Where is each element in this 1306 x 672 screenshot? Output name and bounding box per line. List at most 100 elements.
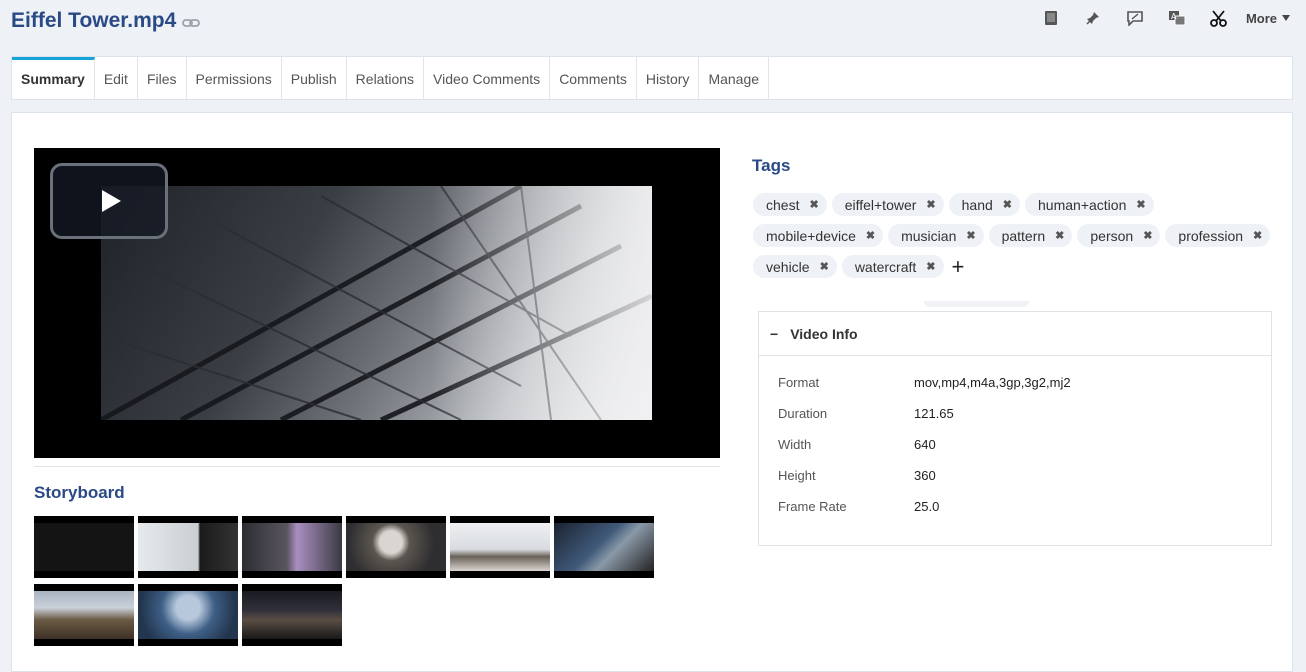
video-info-panel: − Video Info Format mov,mp4,m4a,3gp,3g2,… (758, 311, 1272, 546)
video-frame (101, 186, 652, 420)
storyboard-thumb[interactable] (34, 516, 134, 578)
remove-tag-icon[interactable]: ✖ (1003, 198, 1012, 211)
storyboard-thumbnails (34, 516, 674, 646)
more-label: More (1245, 10, 1277, 26)
tag-chip: vehicle ✖ (753, 255, 837, 278)
tag-label: mobile+device (766, 227, 856, 244)
caret-down-icon (1282, 15, 1290, 21)
tag-chip: mobile+device ✖ (753, 224, 884, 247)
tab-publish[interactable]: Publish (282, 57, 347, 99)
info-value: 121.65 (914, 406, 954, 421)
tag-chip: profession ✖ (1165, 224, 1271, 247)
tag-chip: eiffel+tower ✖ (831, 193, 944, 216)
video-info-title: Video Info (790, 325, 858, 342)
remove-tag-icon[interactable]: ✖ (926, 198, 935, 211)
svg-text:A: A (1171, 12, 1177, 21)
tag-label: chest (766, 196, 800, 213)
play-icon (102, 190, 121, 212)
scissors-icon (1210, 9, 1228, 27)
info-row: Frame Rate 25.0 (759, 499, 1271, 530)
page-title: Eiffel Tower.mp4 (11, 9, 177, 32)
info-value: 360 (914, 468, 936, 483)
tag-label: pattern (1001, 227, 1046, 244)
info-value: 25.0 (914, 499, 940, 514)
storyboard-thumb[interactable] (34, 584, 134, 646)
collapse-icon: − (770, 325, 779, 342)
eiffel-frame-image (101, 186, 652, 420)
tag-chip: musician ✖ (888, 224, 984, 247)
tab-files[interactable]: Files (138, 57, 187, 99)
remove-tag-icon[interactable]: ✖ (1136, 198, 1145, 211)
info-key: Format (778, 375, 820, 390)
tag-label: musician (901, 227, 957, 244)
link-icon[interactable] (182, 17, 201, 29)
info-key: Height (778, 468, 816, 483)
video-player[interactable] (34, 148, 720, 458)
decorative-bar (924, 301, 1029, 307)
document-title: Eiffel Tower.mp4 (11, 9, 201, 33)
tag-label: profession (1178, 227, 1244, 244)
storyboard-title: Storyboard (34, 483, 125, 502)
info-key: Duration (778, 406, 828, 421)
comment-button[interactable] (1114, 8, 1156, 28)
pin-button[interactable] (1072, 8, 1114, 28)
tab-summary[interactable]: Summary (12, 57, 95, 99)
info-row: Duration 121.65 (759, 406, 1271, 437)
more-menu-button[interactable]: More (1246, 11, 1290, 26)
storyboard-thumb[interactable] (450, 516, 550, 578)
tag-label: human+action (1038, 196, 1127, 213)
tag-label: person (1090, 227, 1134, 244)
storyboard-thumb[interactable] (138, 584, 238, 646)
tag-label: watercraft (854, 258, 917, 275)
info-key: Frame Rate (778, 499, 847, 514)
storyboard-thumb[interactable] (138, 516, 238, 578)
tab-edit[interactable]: Edit (95, 57, 138, 99)
remove-tag-icon[interactable]: ✖ (866, 229, 875, 242)
tag-list: chest ✖ eiffel+tower ✖ hand ✖ human+action ✖… (753, 193, 1283, 278)
storyboard-thumb[interactable] (554, 516, 654, 578)
info-row: Format mov,mp4,m4a,3gp,3g2,mj2 (759, 375, 1271, 406)
info-value: mov,mp4,m4a,3gp,3g2,mj2 (914, 375, 1071, 390)
tag-label: hand (961, 196, 993, 213)
pin-icon (1086, 12, 1099, 25)
tab-history[interactable]: History (637, 57, 700, 99)
tag-chip: watercraft ✖ (841, 255, 944, 278)
tag-chip: human+action ✖ (1025, 193, 1154, 216)
remove-tag-icon[interactable]: ✖ (820, 260, 829, 273)
scissors-button[interactable] (1198, 8, 1240, 28)
remove-tag-icon[interactable]: ✖ (926, 260, 935, 273)
info-value: 640 (914, 437, 936, 452)
translate-button[interactable]: A (1156, 8, 1198, 28)
tag-chip: chest ✖ (753, 193, 827, 216)
info-key: Width (778, 437, 812, 452)
divider (34, 466, 720, 467)
tag-chip: hand ✖ (948, 193, 1021, 216)
play-button[interactable] (50, 163, 168, 239)
remove-tag-icon[interactable]: ✖ (809, 198, 818, 211)
info-row: Width 640 (759, 437, 1271, 468)
tab-comments[interactable]: Comments (550, 57, 637, 99)
remove-tag-icon[interactable]: ✖ (1055, 229, 1064, 242)
storyboard-thumb[interactable] (346, 516, 446, 578)
tab-bar: Summary Edit Files Permissions Publish R… (11, 56, 1293, 100)
tab-video-comments[interactable]: Video Comments (424, 57, 551, 99)
add-tag-icon[interactable]: + (952, 255, 965, 277)
tag-label: eiffel+tower (844, 196, 917, 213)
tab-relations[interactable]: Relations (347, 57, 425, 99)
info-row: Height 360 (759, 468, 1271, 499)
tab-permissions[interactable]: Permissions (187, 57, 282, 99)
tags-title: Tags (752, 156, 791, 175)
remove-tag-icon[interactable]: ✖ (1143, 229, 1152, 242)
book-icon (1044, 11, 1057, 25)
tab-manage[interactable]: Manage (699, 57, 770, 99)
tag-chip: pattern ✖ (988, 224, 1073, 247)
remove-tag-icon[interactable]: ✖ (966, 229, 975, 242)
book-button[interactable] (1030, 8, 1072, 28)
remove-tag-icon[interactable]: ✖ (1253, 229, 1262, 242)
storyboard-thumb[interactable] (242, 516, 342, 578)
summary-panel: Storyboard Tags chest ✖ eiffel+tower ✖ han… (11, 112, 1293, 672)
storyboard-thumb[interactable] (242, 584, 342, 646)
video-info-header[interactable]: − Video Info (759, 312, 1271, 356)
tag-label: vehicle (766, 258, 810, 275)
translate-icon: A (1168, 11, 1186, 26)
